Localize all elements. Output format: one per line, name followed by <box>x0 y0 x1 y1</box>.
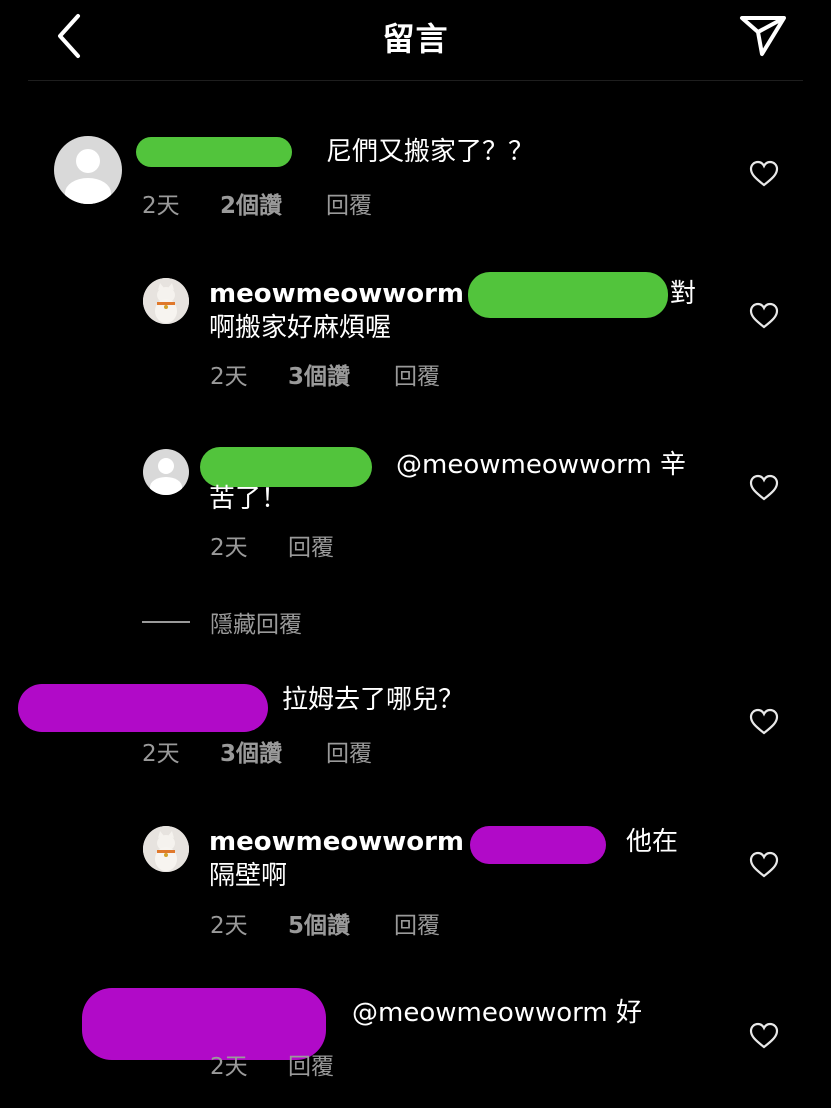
redacted-avatar-and-username <box>18 684 268 732</box>
like-count[interactable]: 3個讚 <box>288 357 394 391</box>
divider <box>142 621 190 623</box>
like-count[interactable]: 3個讚 <box>220 734 326 768</box>
heart-icon[interactable] <box>749 474 779 502</box>
header: 留言 <box>0 0 831 81</box>
comment-meta: 2天 3個讚 回覆 <box>142 734 372 768</box>
comment-text-line2: 啊搬家好麻煩喔 <box>209 313 392 343</box>
comment-text: @meowmeowworm 好 <box>352 998 642 1028</box>
reply-button[interactable]: 回覆 <box>326 186 372 220</box>
comment-text: 他在 <box>626 827 679 857</box>
heart-icon[interactable] <box>749 302 779 330</box>
like-count[interactable]: 5個讚 <box>288 906 394 940</box>
page-title: 留言 <box>382 20 449 58</box>
reply-button[interactable]: 回覆 <box>288 1047 334 1081</box>
heart-icon[interactable] <box>749 160 779 188</box>
comment-time: 2天 <box>142 741 180 767</box>
paper-plane-icon[interactable] <box>736 8 792 60</box>
comment-text: 尼們又搬家了？？ <box>326 137 535 167</box>
heart-icon[interactable] <box>749 1022 779 1050</box>
heart-icon[interactable] <box>749 708 779 736</box>
comment-text: 拉姆去了哪兒？ <box>282 685 465 715</box>
comment-text: @meowmeowworm 辛 <box>396 450 686 480</box>
avatar[interactable] <box>143 826 189 872</box>
like-count[interactable]: 2個讚 <box>220 186 326 220</box>
comment-time: 2天 <box>142 193 180 219</box>
comment-time: 2天 <box>210 913 248 939</box>
comment-meta: 2天 3個讚 回覆 <box>210 357 440 391</box>
comment-meta: 2天 2個讚 回覆 <box>142 186 372 220</box>
comment-text-line2: 隔壁啊 <box>209 861 288 891</box>
comment-text: 對 <box>670 279 697 309</box>
reply-button[interactable]: 回覆 <box>288 528 334 562</box>
username[interactable]: meowmeowworm <box>209 825 464 859</box>
comment-meta: 2天 回覆 <box>210 528 334 562</box>
redacted-mention <box>470 826 606 864</box>
comment-time: 2天 <box>210 364 248 390</box>
username[interactable]: meowmeowworm <box>209 277 464 311</box>
comment-time: 2天 <box>210 1054 248 1080</box>
reply-button[interactable]: 回覆 <box>394 357 440 391</box>
redacted-username <box>200 447 372 487</box>
heart-icon[interactable] <box>749 851 779 879</box>
comment-meta: 2天 回覆 <box>210 1047 334 1081</box>
avatar[interactable] <box>143 449 189 495</box>
reply-button[interactable]: 回覆 <box>326 734 372 768</box>
redacted-mention <box>468 272 668 318</box>
header-divider <box>28 80 803 81</box>
hide-replies-label: 隱藏回覆 <box>210 612 302 638</box>
avatar[interactable] <box>143 278 189 324</box>
comment-meta: 2天 5個讚 回覆 <box>210 906 440 940</box>
avatar[interactable] <box>54 136 122 204</box>
redacted-username <box>136 137 292 167</box>
hide-replies-toggle[interactable]: 隱藏回覆 <box>142 605 302 639</box>
comment-text-line2: 苦了！ <box>209 484 288 514</box>
comment-time: 2天 <box>210 535 248 561</box>
reply-button[interactable]: 回覆 <box>394 906 440 940</box>
